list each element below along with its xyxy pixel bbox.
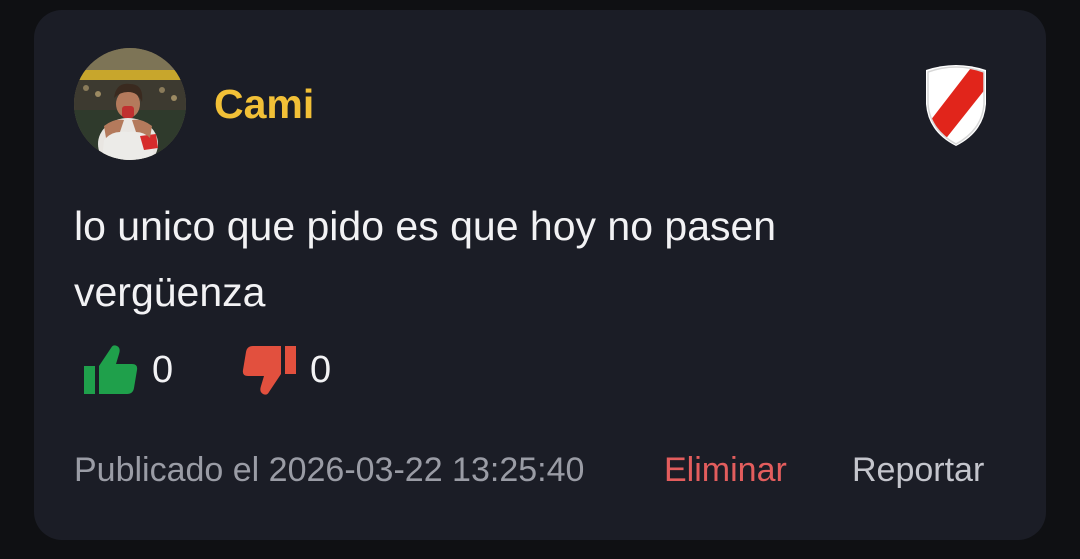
thumbs-up-icon (84, 345, 138, 394)
like-count: 0 (152, 349, 174, 391)
published-timestamp: Publicado el 2026-03-22 13:25:40 (74, 451, 585, 489)
delete-button[interactable]: Eliminar (664, 446, 787, 494)
river-plate-shield-icon (926, 65, 986, 146)
comment-text: lo unico que pido es que hoy no pasen ve… (74, 203, 777, 315)
user-avatar-photo-icon (74, 48, 186, 160)
dislike-count: 0 (310, 349, 332, 391)
dislike-button[interactable]: 0 (242, 342, 331, 398)
author-name[interactable]: Cami (214, 80, 314, 128)
report-button[interactable]: Reportar (852, 446, 984, 494)
like-button[interactable]: 0 (84, 342, 173, 398)
author-avatar[interactable] (74, 48, 186, 160)
thumbs-down-icon (242, 346, 296, 395)
team-badge (922, 64, 990, 146)
comment-card: Cami lo unico que pido es que hoy no pas… (34, 10, 1046, 540)
